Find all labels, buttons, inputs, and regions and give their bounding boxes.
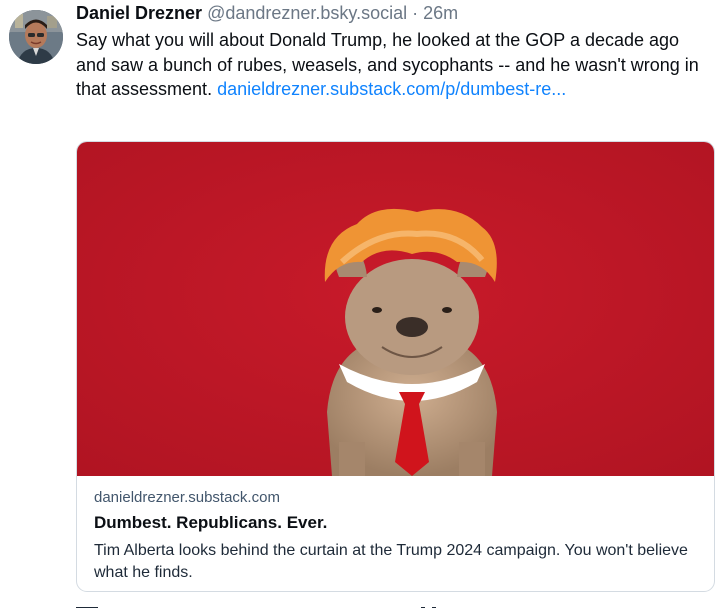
author-handle[interactable]: @dandrezner.bsky.social — [207, 3, 407, 23]
card-domain: danieldrezner.substack.com — [94, 489, 280, 506]
author-name[interactable]: Daniel Drezner — [76, 3, 202, 23]
card-description: Tim Alberta looks behind the curtain at … — [94, 542, 688, 581]
post-timestamp[interactable]: 26m — [423, 3, 458, 23]
post-text: Say what you will about Donald Trump, he… — [76, 28, 706, 102]
post-link[interactable]: danieldrezner.substack.com/p/dumbest-re.… — [217, 79, 566, 99]
author-avatar[interactable] — [9, 10, 63, 64]
card-title: Dumbest. Republicans. Ever. — [94, 513, 328, 532]
link-preview-image — [77, 142, 714, 476]
post-header: Daniel Drezner @dandrezner.bsky.social ·… — [76, 2, 458, 24]
link-preview-card[interactable]: danieldrezner.substack.com Dumbest. Repu… — [76, 141, 715, 592]
next-post-peek — [76, 600, 476, 608]
header-separator: · — [412, 3, 419, 23]
avatar-photo — [9, 10, 63, 64]
